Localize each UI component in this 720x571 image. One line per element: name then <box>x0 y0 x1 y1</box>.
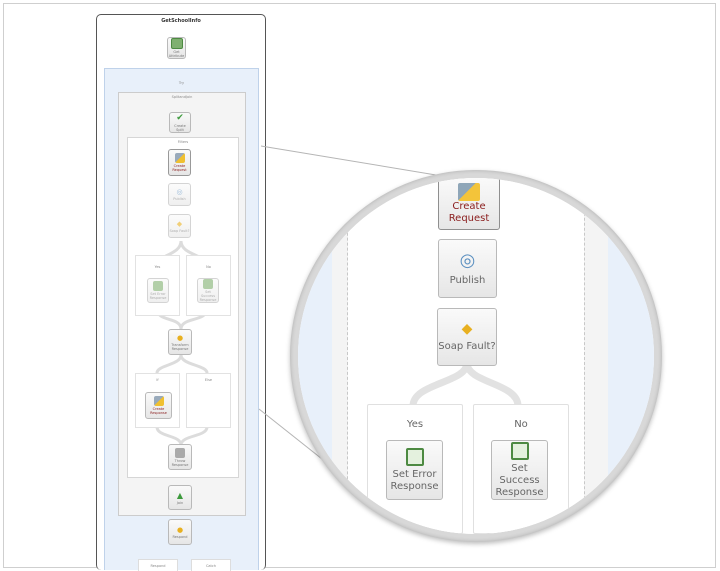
zoom-set-error-line1: Set Error <box>392 468 437 480</box>
broadcast-icon: ◎ <box>459 249 476 271</box>
zoom-branch-no-label: No <box>514 419 528 430</box>
zoom-set-success[interactable]: Set Success Response <box>491 440 548 500</box>
zoom-set-error-line2: Response <box>390 480 439 492</box>
zoom-soap-fault[interactable]: ◆ Soap Fault? <box>437 308 497 366</box>
magnifier-inner: Create Request ◎ Publish ◆ Soap Fault? Y… <box>298 178 654 534</box>
zoom-set-error[interactable]: Set Error Response <box>386 440 443 500</box>
screenshot-frame: GetSchoolInfo Get Attribute Try Splitand… <box>3 3 716 571</box>
diamond-icon: ◆ <box>461 321 473 337</box>
edit-icon <box>458 182 480 201</box>
zoom-create-request[interactable]: Create Request <box>438 178 500 230</box>
zoom-set-success-line1: Set Success <box>499 462 540 486</box>
document-icon <box>510 441 529 460</box>
zoom-create-request-line1: Create <box>452 200 486 212</box>
zoom-create-request-line2: Request <box>448 212 490 224</box>
magnifier-lens: Create Request ◎ Publish ◆ Soap Fault? Y… <box>290 170 662 542</box>
zoom-soap-fault-label: Soap Fault? <box>438 341 496 352</box>
zoom-publish-label: Publish <box>449 274 486 286</box>
zoom-set-success-line2: Response <box>495 486 544 498</box>
document-icon <box>405 447 424 466</box>
zoom-branch-yes-label: Yes <box>406 419 424 430</box>
zoom-publish[interactable]: ◎ Publish <box>438 239 497 298</box>
